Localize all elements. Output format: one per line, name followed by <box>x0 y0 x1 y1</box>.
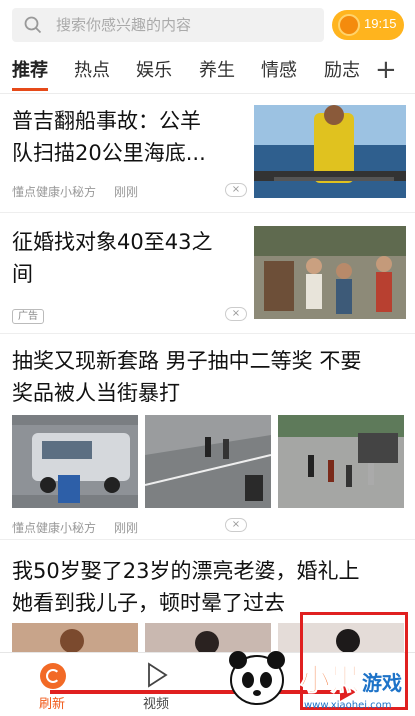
nav-video[interactable]: 视频 <box>104 653 208 716</box>
news-thumbnail <box>254 105 406 198</box>
tab-inspiration[interactable]: 励志 <box>324 59 360 83</box>
tab-active-indicator <box>12 88 48 91</box>
news-time: 刚刚 <box>114 185 139 199</box>
news-meta: 广告 <box>12 308 62 324</box>
news-image-3 <box>278 415 404 508</box>
news-source: 懂点健康小秘方 <box>12 185 97 199</box>
news-time: 刚刚 <box>114 521 139 535</box>
list-item[interactable]: 抽奖又现新套路 男子抽中二等奖 不要 奖品被人当街暴打 懂点健康小秘方 刚刚 × <box>0 335 415 540</box>
timer-text: 19:15 <box>364 16 397 31</box>
play-icon <box>148 662 168 688</box>
search-icon <box>24 16 42 34</box>
dismiss-button[interactable]: × <box>225 518 247 532</box>
news-title: 抽奖又现新套路 男子抽中二等奖 不要 奖品被人当街暴打 <box>12 349 362 405</box>
svg-text:游戏: 游戏 <box>362 671 402 695</box>
news-meta: 懂点健康小秘方 刚刚 <box>12 519 156 536</box>
category-tabs: 推荐 热点 娱乐 养生 情感 励志 + <box>0 50 415 94</box>
dismiss-button[interactable]: × <box>225 307 247 321</box>
svg-text:www.xiaohei.com: www.xiaohei.com <box>304 700 392 711</box>
list-item-ad[interactable]: 征婚找对象40至43之 间 广告 × <box>0 214 415 334</box>
nav-refresh-label: 刷新 <box>38 697 65 712</box>
tab-hot[interactable]: 热点 <box>74 59 110 83</box>
dismiss-button[interactable]: × <box>225 183 247 197</box>
add-tab-icon[interactable]: + <box>375 56 397 84</box>
refresh-icon <box>40 663 66 689</box>
news-title: 普吉翻船事故：公羊 队扫描20公里海底... <box>12 109 206 165</box>
list-item[interactable]: 普吉翻船事故：公羊 队扫描20公里海底... 懂点健康小秘方 刚刚 × <box>0 95 415 213</box>
news-image-1 <box>12 415 138 508</box>
svg-text:小黑: 小黑 <box>300 663 360 698</box>
top-bar: 搜索你感兴趣的内容 19:15 <box>0 0 415 50</box>
news-meta: 懂点健康小秘方 刚刚 <box>12 183 156 200</box>
sign-in-timer-button[interactable]: 19:15 <box>332 10 404 40</box>
news-title: 征婚找对象40至43之 间 <box>12 230 213 286</box>
tab-recommend[interactable]: 推荐 <box>12 59 48 83</box>
nav-refresh[interactable]: 刷新 <box>0 653 104 716</box>
news-thumbnail <box>254 226 406 319</box>
news-image-1 <box>12 623 138 653</box>
news-source: 懂点健康小秘方 <box>12 521 97 535</box>
search-input[interactable]: 搜索你感兴趣的内容 <box>12 8 324 42</box>
watermark-logo: 小黑 游戏 www.xiaohei.com <box>229 651 402 711</box>
ad-badge: 广告 <box>12 309 44 324</box>
tab-emotion[interactable]: 情感 <box>261 59 297 83</box>
nav-video-label: 视频 <box>142 697 169 712</box>
news-title: 我50岁娶了23岁的漂亮老婆，婚礼上 她看到我儿子，顿时晕了过去 <box>12 559 360 615</box>
tab-health[interactable]: 养生 <box>199 59 235 83</box>
coin-icon <box>338 14 360 36</box>
tab-entertainment[interactable]: 娱乐 <box>136 59 172 83</box>
search-placeholder: 搜索你感兴趣的内容 <box>56 16 192 34</box>
news-image-2 <box>145 415 271 508</box>
